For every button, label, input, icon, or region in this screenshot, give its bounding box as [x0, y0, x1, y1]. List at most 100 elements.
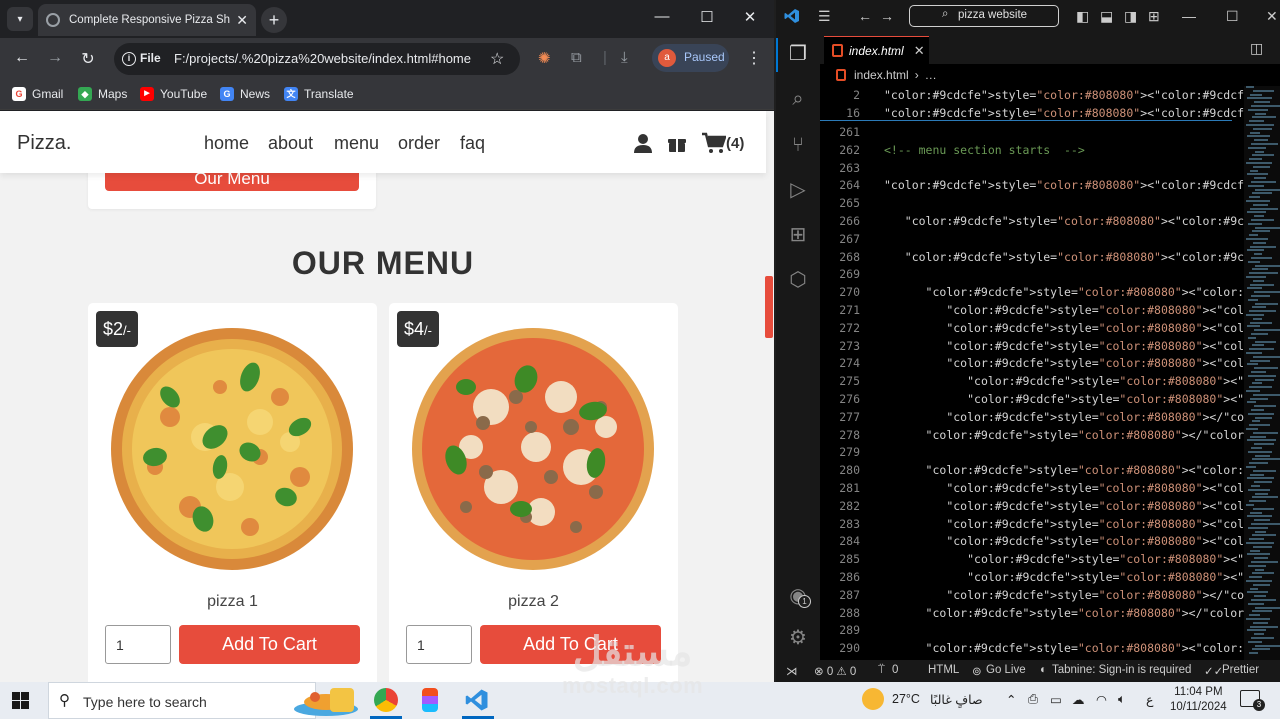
code-line[interactable]: 262 <!-- menu section starts -->	[820, 141, 1232, 159]
source-control-icon[interactable]: ⑂	[786, 133, 810, 157]
back-icon[interactable]: ←	[858, 8, 872, 24]
close-window-icon[interactable]: ✕	[1266, 8, 1278, 25]
ports-icon[interactable]: ⍡	[878, 664, 885, 677]
code-line[interactable]: 289	[820, 621, 1232, 639]
code-line[interactable]: 278 "color:#9cdcfe">style="color:#808080…	[820, 426, 1280, 444]
toggle-sidebar-icon[interactable]: ◧	[1076, 8, 1089, 25]
breadcrumb-file[interactable]: index.html	[854, 68, 909, 82]
toggle-secondary-sidebar-icon[interactable]: ◨	[1124, 8, 1137, 25]
explorer-icon[interactable]: ❐	[786, 42, 810, 66]
code-line[interactable]: 280 "color:#9cdcfe">style="color:#808080…	[820, 461, 1280, 479]
weather-text[interactable]: صافٍ غالبًا	[930, 692, 983, 707]
remote-icon[interactable]: ⋊	[786, 664, 798, 678]
gift-icon[interactable]	[667, 133, 687, 153]
code-line[interactable]: 263	[820, 159, 1232, 177]
download-icon[interactable]: ⤓	[621, 49, 628, 66]
bookmark-news[interactable]: G News	[220, 87, 270, 101]
code-line[interactable]: 272 "color:#9cdcfe">style="color:#808080…	[820, 319, 1280, 337]
tab-search-button[interactable]: ▾	[7, 7, 33, 31]
address-bar[interactable]: i File F:/projects/.%20pizza%20website/i…	[114, 43, 520, 75]
nav-home[interactable]: home	[204, 133, 249, 154]
code-line[interactable]: 279	[820, 443, 1232, 461]
code-line[interactable]: 269	[820, 265, 1232, 283]
cart-icon[interactable]	[702, 132, 726, 154]
chevron-up-icon[interactable]: ⌃	[1006, 692, 1016, 707]
minimize-icon[interactable]: —	[652, 8, 672, 25]
code-line[interactable]: 2 "color:#9cdcfe">style="color:#808080"><…	[820, 86, 1280, 104]
notification-icon[interactable]: 3	[1240, 690, 1265, 711]
nav-menu[interactable]: menu	[334, 133, 379, 154]
taskbar-search-box[interactable]: ⚲ Type here to search	[48, 682, 358, 719]
code-line[interactable]: 290 "color:#9cdcfe">style="color:#808080…	[820, 639, 1280, 657]
code-line[interactable]: 286 "color:#9cdcfe">style="color:#808080…	[820, 568, 1280, 586]
url-text[interactable]: F:/projects/.%20pizza%20website/index.ht…	[174, 51, 471, 66]
code-line[interactable]: 270 "color:#9cdcfe">style="color:#808080…	[820, 283, 1280, 301]
maximize-icon[interactable]: ☐	[697, 8, 717, 26]
extension-icon[interactable]: ✺	[538, 49, 551, 67]
windows-start-icon[interactable]	[12, 692, 29, 709]
extensions-icon[interactable]: ⊞	[786, 223, 810, 247]
code-line[interactable]: 271 "color:#9cdcfe">style="color:#808080…	[820, 301, 1280, 319]
gear-icon[interactable]: ⚙	[786, 626, 810, 650]
browser-menu-icon[interactable]: ⋮	[746, 48, 762, 68]
language-mode[interactable]: HTML	[928, 664, 959, 676]
nav-faq[interactable]: faq	[460, 133, 485, 154]
bookmark-translate[interactable]: 文 Translate	[284, 87, 354, 101]
prettier-status[interactable]: Prettier	[1222, 664, 1259, 676]
browser-tab[interactable]: Complete Responsive Pizza Sho ✕	[38, 4, 256, 36]
code-line[interactable]: 284 "color:#9cdcfe">style="color:#808080…	[820, 532, 1280, 550]
code-line[interactable]: 288 "color:#9cdcfe">style="color:#808080…	[820, 604, 1280, 622]
minimap[interactable]	[1244, 86, 1280, 660]
problems-indicator[interactable]: ⊗ 0 ⚠ 0	[814, 664, 856, 678]
cart-count[interactable]: (4)	[726, 135, 744, 152]
battery-icon[interactable]: ▭	[1050, 692, 1062, 707]
layout-icon[interactable]: ⊞	[1148, 8, 1160, 25]
maximize-icon[interactable]: ☐	[1226, 8, 1239, 25]
code-line[interactable]: 274 "color:#9cdcfe">style="color:#808080…	[820, 354, 1280, 372]
forward-icon[interactable]: →	[880, 8, 894, 24]
page-scrollbar-thumb[interactable]	[765, 276, 773, 338]
code-line[interactable]: 276 "color:#9cdcfe">style="color:#808080…	[820, 390, 1280, 408]
code-line[interactable]: 282 "color:#9cdcfe">style="color:#808080…	[820, 497, 1280, 515]
code-line[interactable]: 264 "color:#9cdcfe">style="color:#808080"…	[820, 176, 1280, 194]
forward-icon[interactable]: →	[45, 49, 65, 67]
code-line[interactable]: 261	[820, 123, 1232, 141]
volume-icon[interactable]: 🔈︎	[1118, 692, 1126, 707]
command-center-search[interactable]: ⌕ pizza website	[909, 5, 1059, 27]
code-line[interactable]: 275 "color:#9cdcfe">style="color:#808080…	[820, 372, 1280, 390]
code-line[interactable]: 268 "color:#9cdcfe">style="color:#808080…	[820, 248, 1280, 266]
back-icon[interactable]: ←	[12, 49, 32, 67]
ime-indicator[interactable]: ع	[1146, 692, 1153, 707]
bookmark-youtube[interactable]: ▶ YouTube	[140, 87, 207, 101]
code-editor[interactable]: 2 "color:#9cdcfe">style="color:#808080"><…	[820, 86, 1280, 660]
quantity-input[interactable]: 1	[105, 625, 171, 664]
close-tab-icon[interactable]: ✕	[236, 12, 248, 29]
hamburger-menu-icon[interactable]: ☰	[818, 8, 831, 25]
file-explorer-icon[interactable]	[330, 688, 354, 712]
toggle-panel-icon[interactable]: ⬓	[1100, 8, 1113, 25]
weather-icon[interactable]	[862, 688, 884, 710]
vscode-taskbar-icon[interactable]	[465, 688, 489, 712]
page-scrollbar[interactable]	[766, 111, 774, 682]
puzzle-icon[interactable]: ⧉	[571, 49, 582, 66]
code-line[interactable]: 273 "color:#9cdcfe">style="color:#808080…	[820, 337, 1280, 355]
split-editor-icon[interactable]: ◫	[1250, 40, 1263, 57]
go-live-button[interactable]: Go Live	[986, 664, 1026, 676]
reload-icon[interactable]: ↻	[78, 49, 98, 69]
code-line[interactable]: 277 "color:#9cdcfe">style="color:#808080…	[820, 408, 1280, 426]
clock[interactable]: 11:04 PM 10/11/2024	[1170, 685, 1227, 715]
tabnine-status[interactable]: Tabnine: Sign-in is required	[1052, 664, 1191, 676]
code-line[interactable]: 281 "color:#9cdcfe">style="color:#808080…	[820, 479, 1280, 497]
run-debug-icon[interactable]: ▷	[786, 178, 810, 202]
bookmark-maps[interactable]: ◆ Maps	[78, 87, 127, 101]
search-icon[interactable]: ⌕	[786, 87, 810, 111]
site-logo[interactable]: Pizza.	[17, 132, 71, 155]
remote-explorer-icon[interactable]: ⬡	[786, 268, 810, 292]
code-line[interactable]: 265	[820, 194, 1232, 212]
breadcrumb-symbol[interactable]: …	[925, 68, 937, 82]
code-line[interactable]: 283 "color:#9cdcfe">style="color:#808080…	[820, 515, 1280, 533]
profile-button[interactable]: a Paused	[652, 44, 729, 72]
close-tab-icon[interactable]: ✕	[914, 43, 925, 59]
wifi-icon[interactable]: ◠	[1096, 692, 1107, 707]
user-icon[interactable]	[633, 133, 653, 153]
